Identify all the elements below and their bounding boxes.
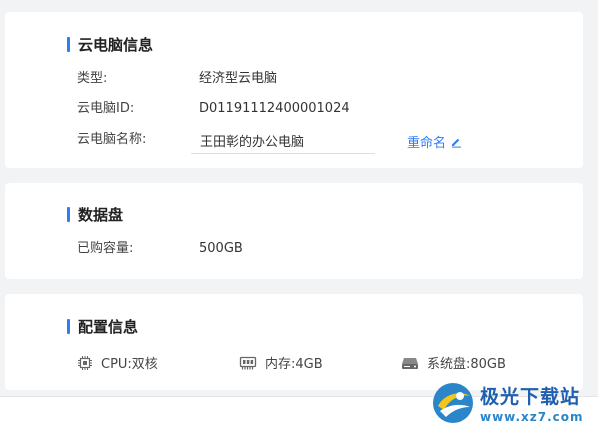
config-item-cpu: CPU:双核 <box>77 353 158 372</box>
section-accent-bar <box>67 207 70 222</box>
config-item-system-disk: 系统盘:80GB <box>401 353 506 372</box>
cpu-icon <box>77 355 93 371</box>
capacity-value: 500GB <box>199 241 243 256</box>
config-item-memory: 内存:4GB <box>239 353 323 372</box>
watermark: 极光下载站 www.xz7.com <box>430 374 598 431</box>
memory-spec: 内存:4GB <box>265 357 323 372</box>
memory-icon <box>239 355 257 371</box>
section-title-config-info: 配置信息 <box>67 316 138 337</box>
section-title-text: 配置信息 <box>78 318 139 336</box>
section-title-data-disk: 数据盘 <box>67 204 123 225</box>
type-label: 类型: <box>77 71 108 86</box>
pc-id-label: 云电脑ID: <box>77 101 135 116</box>
watermark-logo-icon <box>433 382 473 423</box>
watermark-title: 极光下载站 <box>480 385 581 408</box>
system-disk-spec: 系统盘:80GB <box>427 357 506 372</box>
section-title-text: 云电脑信息 <box>78 36 154 54</box>
section-accent-bar <box>67 319 70 334</box>
pc-id-value: D01191112400001024 <box>199 101 350 116</box>
edit-pencil-icon <box>452 138 462 148</box>
capacity-label: 已购容量: <box>77 241 134 256</box>
cpu-spec: CPU:双核 <box>101 357 158 372</box>
rename-button[interactable]: 重命名 <box>407 132 462 151</box>
disk-icon <box>401 355 419 371</box>
pc-name-input[interactable] <box>191 128 375 154</box>
section-title-cloud-pc-info: 云电脑信息 <box>67 34 153 55</box>
section-title-text: 数据盘 <box>78 206 124 224</box>
watermark-url: www.xz7.com <box>480 409 584 424</box>
type-value: 经济型云电脑 <box>199 71 278 86</box>
cloud-pc-info-card: 云电脑信息 类型: 经济型云电脑 云电脑ID: D011911124000010… <box>5 12 583 168</box>
section-accent-bar <box>67 37 70 52</box>
rename-label: 重命名 <box>407 136 447 151</box>
pc-name-label: 云电脑名称: <box>77 132 147 147</box>
data-disk-card: 数据盘 已购容量: 500GB <box>5 183 583 279</box>
